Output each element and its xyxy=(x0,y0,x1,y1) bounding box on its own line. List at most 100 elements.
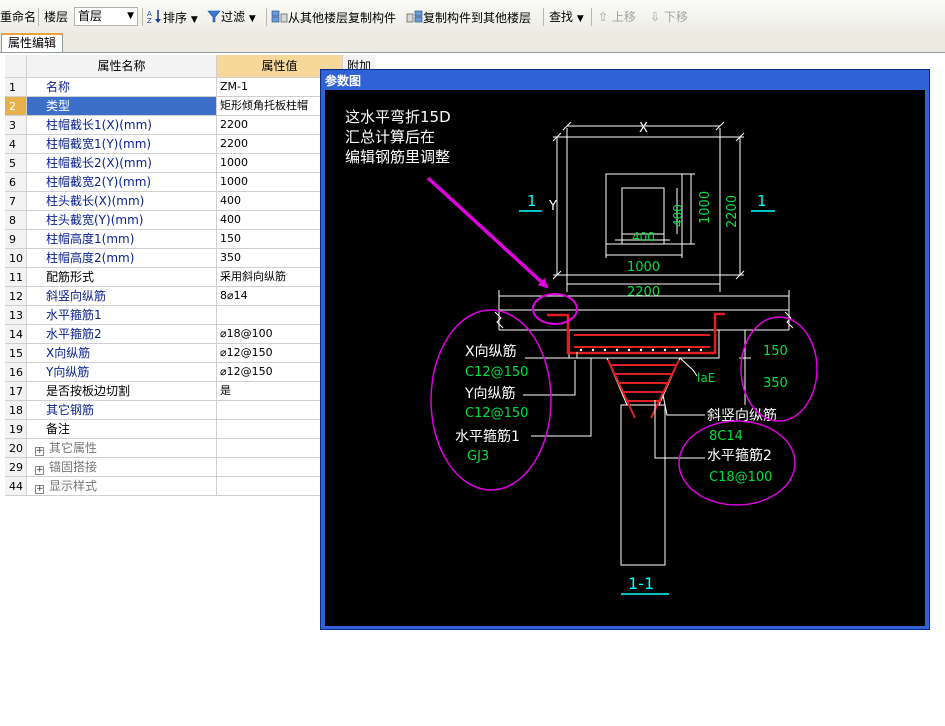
toolbar-separator xyxy=(38,8,39,26)
svg-text:Z: Z xyxy=(147,17,152,24)
cad-drawing: 这水平弯折15D 汇总计算后在 编辑钢筋里调整 X Y 2200 1000 40… xyxy=(345,108,818,595)
property-group[interactable]: + 其它属性 xyxy=(27,439,217,458)
chevron-down-icon: ▼ xyxy=(127,11,134,21)
rebar-value: 8C14 xyxy=(709,429,743,444)
property-name: 柱头截宽(Y)(mm) xyxy=(27,211,217,230)
row-number: 9 xyxy=(5,230,27,249)
annotation-circle xyxy=(532,293,578,325)
sort-label: 排序 xyxy=(163,11,188,25)
chevron-down-icon: ▼ xyxy=(190,15,198,25)
rebar-label: X向纵筋 xyxy=(465,343,517,360)
row-number: 10 xyxy=(5,249,27,268)
parameter-diagram-window[interactable]: 参数图 这水平弯折15D 汇总计算后在 编辑钢筋里调整 X Y 2200 100… xyxy=(320,69,930,630)
row-number: 17 xyxy=(5,382,27,401)
copy-floors-icon xyxy=(271,10,288,23)
expand-plus-icon[interactable]: + xyxy=(35,447,44,456)
row-number: 11 xyxy=(5,268,27,287)
floor-select-value: 首层 xyxy=(78,9,103,23)
property-name: X向纵筋 xyxy=(27,344,217,363)
property-group[interactable]: + 显示样式 xyxy=(27,477,217,496)
tab-property-edit[interactable]: 属性编辑 xyxy=(1,33,63,52)
property-group[interactable]: + 锚固搭接 xyxy=(27,458,217,477)
filter-icon xyxy=(207,10,221,23)
copy-from-floor-button[interactable]: 从其他楼层复制构件 xyxy=(271,9,396,25)
property-name: 柱帽高度1(mm) xyxy=(27,230,217,249)
row-number: 44 xyxy=(5,477,27,496)
row-number: 14 xyxy=(5,325,27,344)
find-label: 查找 xyxy=(549,10,574,24)
property-name: 柱帽截宽2(Y)(mm) xyxy=(27,173,217,192)
row-number: 6 xyxy=(5,173,27,192)
rebar-dots xyxy=(579,348,703,352)
rebar-label: 水平箍筋1 xyxy=(455,428,520,445)
property-name: 备注 xyxy=(27,420,217,439)
expand-plus-icon[interactable]: + xyxy=(35,485,44,494)
row-number: 7 xyxy=(5,192,27,211)
row-number: 19 xyxy=(5,420,27,439)
rename-button[interactable]: 重命名 xyxy=(0,9,36,25)
dim-label: X xyxy=(639,121,648,136)
toolbar-separator xyxy=(142,8,143,26)
rebar-hoops xyxy=(607,359,680,419)
row-number: 18 xyxy=(5,401,27,420)
row-number: 4 xyxy=(5,135,27,154)
row-number: 13 xyxy=(5,306,27,325)
note-line: 编辑钢筋里调整 xyxy=(345,148,450,166)
property-name: 其它钢筋 xyxy=(27,401,217,420)
property-name: 水平箍筋2 xyxy=(27,325,217,344)
move-up-label: 上移 xyxy=(611,10,636,24)
dim-label: 2200 xyxy=(627,285,660,300)
row-number: 29 xyxy=(5,458,27,477)
section-marker: 1 xyxy=(527,192,537,210)
filter-button[interactable]: 过滤 ▼ xyxy=(207,9,256,25)
dim-label: 400 xyxy=(632,230,655,244)
row-number: 15 xyxy=(5,344,27,363)
floor-select[interactable]: 首层 ▼ xyxy=(74,7,138,26)
annotation-circle xyxy=(740,316,818,422)
property-name: 水平箍筋1 xyxy=(27,306,217,325)
sort-az-icon: A Z xyxy=(147,10,161,24)
dim-label: 2200 xyxy=(725,195,740,228)
rebar-value: GJ3 xyxy=(467,449,489,464)
floor-label: 楼层 xyxy=(44,10,69,24)
toolbar-separator xyxy=(591,8,592,26)
grid-header-name[interactable]: 属性名称 xyxy=(27,55,217,78)
rebar-value: C12@150 xyxy=(465,365,528,380)
arrow-up-icon: ⇧ xyxy=(598,10,609,24)
row-number: 16 xyxy=(5,363,27,382)
rebar-label: 水平箍筋2 xyxy=(707,447,772,464)
move-up-button[interactable]: ⇧ 上移 xyxy=(598,9,636,25)
window-title: 参数图 xyxy=(325,74,362,88)
sort-button[interactable]: A Z 排序 ▼ xyxy=(147,9,198,25)
property-name: 配筋形式 xyxy=(27,268,217,287)
copy-floors-icon xyxy=(406,10,423,23)
row-number: 8 xyxy=(5,211,27,230)
property-name: 名称 xyxy=(27,78,217,97)
property-name: 柱帽截宽1(Y)(mm) xyxy=(27,135,217,154)
note-line: 这水平弯折15D xyxy=(345,108,451,126)
property-name: 柱头截长(X)(mm) xyxy=(27,192,217,211)
dim-label: laE xyxy=(697,371,715,385)
find-button[interactable]: 查找 ▼ xyxy=(549,9,584,25)
dim-label: 1000 xyxy=(698,191,713,224)
plan-column-head xyxy=(621,187,665,235)
column-section xyxy=(620,404,666,566)
property-name: 类型 xyxy=(27,97,217,116)
row-number: 12 xyxy=(5,287,27,306)
rebar-value: C18@100 xyxy=(709,470,772,485)
copy-to-label: 复制构件到其他楼层 xyxy=(423,11,532,25)
rebar-value: C12@150 xyxy=(465,406,528,421)
row-number: 20 xyxy=(5,439,27,458)
row-number: 5 xyxy=(5,154,27,173)
dim-label: 400 xyxy=(671,204,685,227)
expand-plus-icon[interactable]: + xyxy=(35,466,44,475)
move-down-button[interactable]: ⇩ 下移 xyxy=(650,9,688,25)
toolbar: 重命名 楼层 首层 ▼ A Z 排序 ▼ 过滤 ▼ 从其他楼层复制构件 复制构件… xyxy=(0,0,945,35)
dim-label: 350 xyxy=(763,376,788,391)
copy-to-floor-button[interactable]: 复制构件到其他楼层 xyxy=(406,9,531,25)
move-down-label: 下移 xyxy=(663,10,688,24)
property-name: Y向纵筋 xyxy=(27,363,217,382)
parameter-diagram-canvas: 这水平弯折15D 汇总计算后在 编辑钢筋里调整 X Y 2200 1000 40… xyxy=(325,90,925,626)
property-name: 柱帽高度2(mm) xyxy=(27,249,217,268)
dim-label: 150 xyxy=(763,344,788,359)
